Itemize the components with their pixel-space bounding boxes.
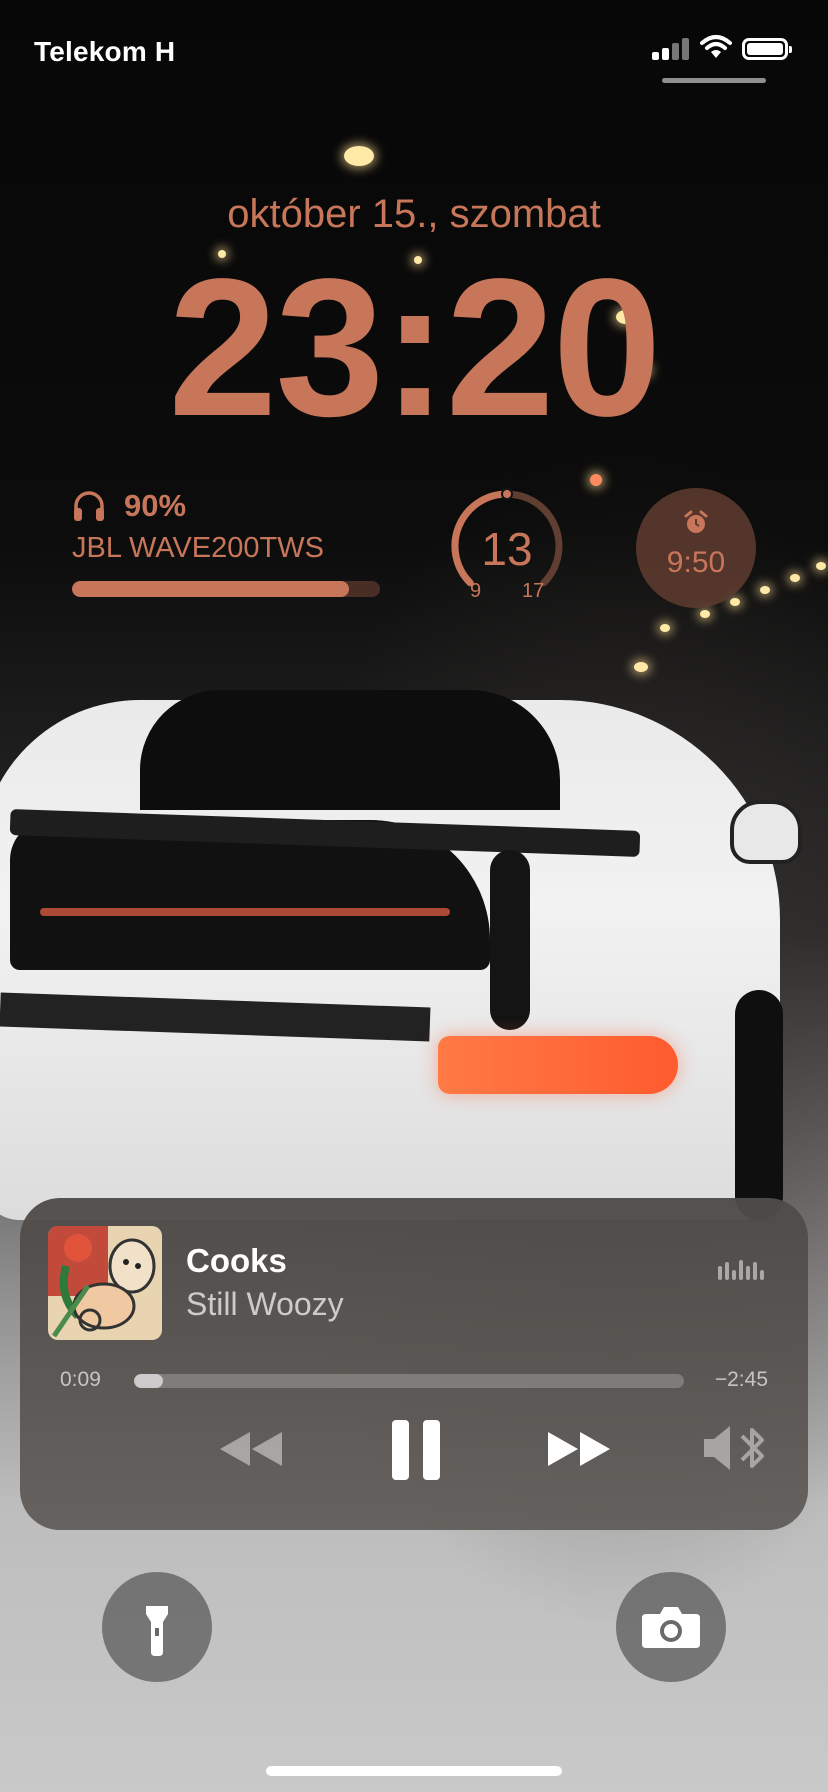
lock-time: 23:20 (168, 238, 661, 457)
headphones-device-name: JBL WAVE200TWS (72, 532, 324, 564)
rewind-button[interactable] (216, 1426, 286, 1472)
alarm-widget[interactable]: 9:50 (636, 488, 756, 608)
headphones-battery-percent: 90% (124, 488, 187, 523)
camera-button[interactable] (616, 1572, 726, 1682)
speaker-bluetooth-icon (704, 1426, 764, 1470)
audio-waveform-icon (718, 1258, 764, 1280)
gauge-value: 13 (481, 523, 533, 575)
alarm-clock-icon (683, 510, 709, 536)
gauge-min: 9 (470, 580, 482, 602)
now-playing-card[interactable]: Cooks Still Woozy 0:09 −2:45 (20, 1198, 808, 1530)
pause-icon (392, 1420, 440, 1480)
lock-date: október 15., szombat (227, 192, 601, 236)
headphones-battery-bar (72, 581, 380, 597)
headphones-icon (72, 489, 108, 523)
flashlight-icon (146, 1606, 168, 1656)
status-bar: Telekom H (0, 0, 828, 100)
wifi-icon (700, 34, 732, 64)
song-title: Cooks (186, 1242, 287, 1279)
remaining-time: −2:45 (714, 1368, 768, 1391)
audio-output-button[interactable] (702, 1422, 772, 1474)
elapsed-time: 0:09 (60, 1368, 101, 1391)
song-artist: Still Woozy (186, 1286, 344, 1322)
carrier-name: Telekom H (34, 36, 176, 67)
fast-forward-icon (548, 1432, 610, 1466)
playback-scrubber[interactable] (134, 1374, 684, 1388)
gauge-max: 17 (522, 580, 545, 602)
battery-icon (742, 38, 792, 60)
album-artwork[interactable] (48, 1226, 162, 1340)
home-indicator[interactable] (266, 1766, 562, 1776)
flashlight-button[interactable] (102, 1572, 212, 1682)
rewind-icon (220, 1432, 282, 1466)
fast-forward-button[interactable] (544, 1426, 614, 1472)
camera-icon (642, 1607, 700, 1648)
pause-button[interactable] (390, 1418, 442, 1482)
gauge-widget[interactable]: 13 9 17 (444, 484, 570, 604)
headphones-battery-widget[interactable]: 90% JBL WAVE200TWS (72, 488, 382, 598)
cellular-signal-icon (652, 38, 694, 60)
alarm-time: 9:50 (666, 546, 726, 579)
control-center-indicator[interactable] (662, 78, 766, 83)
